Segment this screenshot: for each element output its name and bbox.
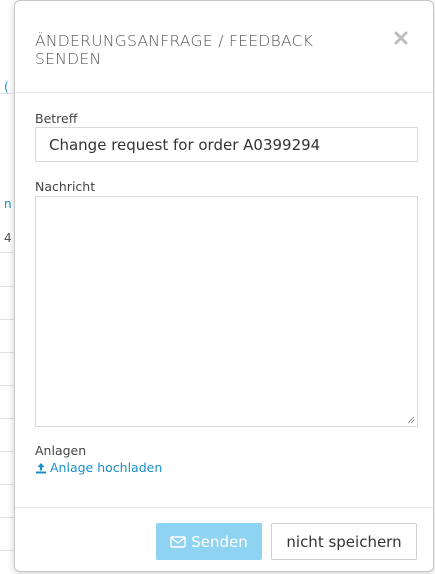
close-icon[interactable] bbox=[391, 29, 411, 49]
background-text-fragment: ( bbox=[4, 80, 9, 94]
dont-save-button[interactable]: nicht speichern bbox=[271, 523, 417, 560]
dont-save-button-label: nicht speichern bbox=[286, 532, 402, 551]
background-divider bbox=[0, 319, 14, 320]
background-divider bbox=[0, 484, 14, 485]
message-label: Nachricht bbox=[35, 179, 96, 194]
send-button[interactable]: Senden bbox=[156, 523, 262, 560]
background-text-fragment: 4 bbox=[4, 231, 12, 245]
background-divider bbox=[0, 385, 14, 386]
background-divider bbox=[0, 451, 14, 452]
send-button-label: Senden bbox=[191, 532, 248, 551]
background-divider bbox=[0, 286, 14, 287]
modal-header: ÄNDERUNGSANFRAGE / FEEDBACK SENDEN bbox=[15, 1, 433, 93]
resize-grip-icon[interactable] bbox=[407, 416, 415, 424]
close-icon-glyph bbox=[394, 31, 408, 45]
background-divider bbox=[0, 352, 14, 353]
background-text-fragment: n bbox=[4, 197, 12, 211]
background-divider bbox=[0, 550, 14, 551]
background-divider bbox=[0, 517, 14, 518]
subject-input[interactable] bbox=[35, 127, 418, 162]
background-divider bbox=[0, 93, 14, 94]
attachments-label: Anlagen bbox=[35, 443, 87, 458]
modal-title: ÄNDERUNGSANFRAGE / FEEDBACK SENDEN bbox=[35, 32, 314, 68]
feedback-modal: ÄNDERUNGSANFRAGE / FEEDBACK SENDEN Betre… bbox=[14, 0, 434, 572]
upload-icon bbox=[36, 462, 46, 473]
envelope-icon bbox=[170, 535, 186, 548]
message-textarea[interactable] bbox=[35, 196, 418, 427]
modal-footer: Senden nicht speichern bbox=[15, 507, 433, 573]
background-divider bbox=[0, 418, 14, 419]
subject-label: Betreff bbox=[35, 111, 78, 126]
upload-attachment-link[interactable]: Anlage hochladen bbox=[35, 460, 162, 475]
background-divider bbox=[0, 252, 14, 253]
upload-attachment-label: Anlage hochladen bbox=[50, 460, 163, 475]
